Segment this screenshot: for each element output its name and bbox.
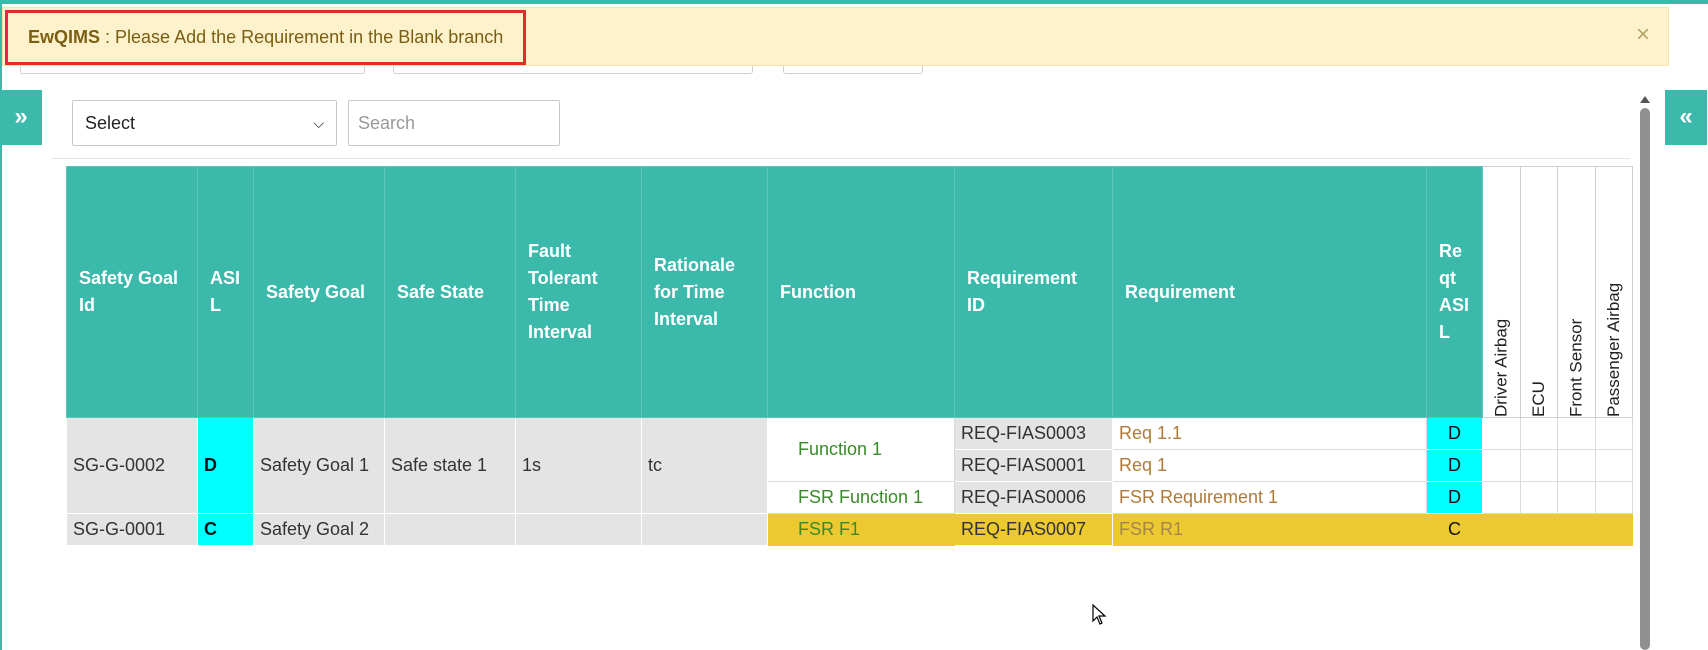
header-function[interactable]: Function [767, 166, 955, 418]
search-input[interactable] [348, 100, 560, 146]
close-icon[interactable]: × [1636, 23, 1650, 47]
allocation-cell[interactable] [1595, 513, 1633, 546]
safe-state-cell[interactable]: Safe state 1 [384, 417, 516, 514]
scroll-up-arrow-icon[interactable] [1640, 96, 1650, 103]
header-front-sensor[interactable]: Front Sensor [1557, 166, 1596, 418]
header-asil[interactable]: ASIL [197, 166, 254, 418]
top-accent-bar [0, 0, 1708, 4]
allocation-cell[interactable] [1520, 449, 1558, 482]
header-ecu[interactable]: ECU [1520, 166, 1558, 418]
header-rationale[interactable]: Rationale for Time Interval [641, 166, 768, 418]
allocation-cell[interactable] [1482, 449, 1521, 482]
safety-goal-id-cell[interactable]: SG-G-0001 [66, 513, 198, 546]
allocation-cell[interactable] [1482, 513, 1521, 546]
ftti-cell[interactable]: 1s [515, 417, 642, 514]
alert-message: EwQIMS : Please Add the Requirement in t… [5, 10, 527, 65]
ftti-cell[interactable] [515, 513, 642, 546]
reqt-asil-cell[interactable]: D [1426, 481, 1483, 514]
allocation-cell[interactable] [1520, 417, 1558, 450]
header-ftti[interactable]: Fault Tolerant Time Interval [515, 166, 642, 418]
header-passenger-airbag-label: Passenger Airbag [1604, 282, 1623, 417]
allocation-cell[interactable] [1557, 481, 1596, 514]
filter-select-value: Select [85, 113, 136, 133]
header-requirement-id[interactable]: Requirement ID [954, 166, 1113, 418]
allocation-cell[interactable] [1595, 417, 1633, 450]
allocation-cell[interactable] [1595, 449, 1633, 482]
scrollbar-thumb[interactable] [1640, 108, 1650, 650]
header-passenger-airbag[interactable]: Passenger Airbag [1595, 166, 1633, 418]
header-safety-goal[interactable]: Safety Goal [253, 166, 385, 418]
allocation-cell[interactable] [1557, 417, 1596, 450]
allocation-cell[interactable] [1557, 513, 1596, 546]
allocation-cell[interactable] [1520, 513, 1558, 546]
safety-goals-table: Safety Goal Id ASIL Safety Goal Safe Sta… [66, 166, 1633, 546]
requirement-cell[interactable]: Req 1.1 [1112, 417, 1427, 450]
header-driver-airbag[interactable]: Driver Airbag [1482, 166, 1521, 418]
function-cell[interactable]: FSR Function 1 [767, 481, 955, 514]
table-header-row: Safety Goal Id ASIL Safety Goal Safe Sta… [66, 166, 1633, 418]
table-row-highlighted: SG-G-0001 C Safety Goal 2 FSR F1 REQ-FIA… [66, 513, 1633, 546]
function-cell[interactable]: Function 1 [767, 417, 955, 482]
requirement-cell[interactable]: FSR R1 [1112, 513, 1427, 546]
rationale-cell[interactable] [641, 513, 768, 546]
asil-cell[interactable]: C [197, 513, 254, 546]
vertical-scrollbar[interactable] [1640, 96, 1650, 650]
filter-select[interactable]: Select ⌵ [72, 100, 337, 146]
header-ecu-label: ECU [1529, 381, 1548, 417]
chevron-down-icon: ⌵ [313, 115, 324, 131]
alert-text: : Please Add the Requirement in the Blan… [100, 27, 504, 47]
requirement-cell[interactable]: FSR Requirement 1 [1112, 481, 1427, 514]
requirement-id-cell[interactable]: REQ-FIAS0003 [954, 417, 1113, 450]
reqt-asil-cell[interactable]: C [1426, 513, 1483, 546]
function-cell[interactable]: FSR F1 [767, 513, 955, 546]
reqt-asil-cell[interactable]: D [1426, 449, 1483, 482]
header-front-sensor-label: Front Sensor [1566, 318, 1586, 417]
requirement-cell[interactable]: Req 1 [1112, 449, 1427, 482]
requirement-id-cell[interactable]: REQ-FIAS0001 [954, 449, 1113, 482]
safe-state-cell[interactable] [384, 513, 516, 546]
header-safety-goal-id[interactable]: Safety Goal Id [66, 166, 198, 418]
filter-divider [52, 158, 1630, 159]
header-reqt-asil[interactable]: Reqt ASIL [1426, 166, 1483, 418]
allocation-cell[interactable] [1557, 449, 1596, 482]
alert-brand: EwQIMS [28, 27, 101, 47]
allocation-cell[interactable] [1482, 481, 1521, 514]
double-chevron-left-icon[interactable]: « [1665, 90, 1707, 145]
allocation-cell[interactable] [1482, 417, 1521, 450]
table-row: SG-G-0002 D Safety Goal 1 Safe state 1 1… [66, 417, 1633, 514]
allocation-cell[interactable] [1595, 481, 1633, 514]
requirement-id-cell[interactable]: REQ-FIAS0007 [954, 513, 1113, 546]
double-chevron-right-icon[interactable]: » [0, 90, 42, 145]
requirement-id-cell[interactable]: REQ-FIAS0006 [954, 481, 1113, 514]
safety-goal-id-cell[interactable]: SG-G-0002 [66, 417, 198, 514]
header-safe-state[interactable]: Safe State [384, 166, 516, 418]
allocation-cell[interactable] [1520, 481, 1558, 514]
asil-cell[interactable]: D [197, 417, 254, 514]
reqt-asil-cell[interactable]: D [1426, 417, 1483, 450]
header-requirement[interactable]: Requirement [1112, 166, 1427, 418]
safety-goal-cell[interactable]: Safety Goal 1 [253, 417, 385, 514]
header-driver-airbag-label: Driver Airbag [1491, 318, 1511, 417]
safety-goal-cell[interactable]: Safety Goal 2 [253, 513, 385, 546]
rationale-cell[interactable]: tc [641, 417, 768, 514]
alert-banner: EwQIMS : Please Add the Requirement in t… [2, 7, 1669, 66]
